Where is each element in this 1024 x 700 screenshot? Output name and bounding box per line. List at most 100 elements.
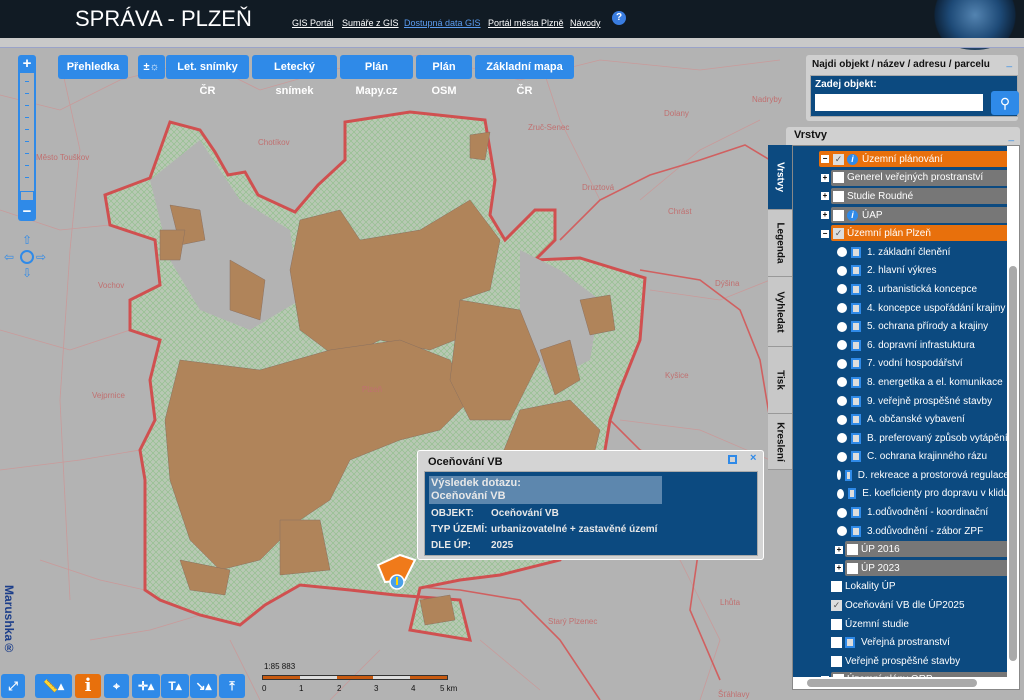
layer-row[interactable]: B. preferovaný způsob vytápění bbox=[793, 429, 1009, 448]
layer-row[interactable]: 9. veřejně prospěšné stavby bbox=[793, 392, 1009, 411]
tab-vrstvy[interactable]: Vrstvy bbox=[768, 145, 792, 210]
aerial-photo-button[interactable]: Letecký snímek bbox=[252, 55, 337, 97]
expand-icon[interactable]: + bbox=[835, 564, 843, 573]
pan-down-icon[interactable]: ⇩ bbox=[22, 266, 32, 280]
layer-radio[interactable] bbox=[837, 414, 847, 425]
layer-checkbox[interactable] bbox=[847, 544, 858, 556]
layer-row[interactable]: Lokality ÚP bbox=[793, 578, 1009, 597]
zoom-in-button[interactable]: + bbox=[18, 55, 36, 73]
layer-row[interactable]: ✓ Oceňování VB dle ÚP2025 bbox=[793, 596, 1009, 615]
layer-row[interactable]: D. rekreace a prostorová regulace bbox=[793, 466, 1009, 485]
aerial-cr-button[interactable]: Let. snímky ČR bbox=[166, 55, 249, 97]
layer-radio[interactable] bbox=[837, 358, 847, 369]
scroll-thumb[interactable] bbox=[1009, 266, 1017, 661]
collapse-icon[interactable]: − bbox=[821, 229, 829, 238]
layer-checkbox[interactable] bbox=[833, 209, 844, 221]
zoom-out-button[interactable]: − bbox=[18, 203, 36, 221]
layer-radio[interactable] bbox=[837, 284, 847, 295]
horizontal-scrollbar[interactable] bbox=[793, 677, 1019, 689]
close-icon[interactable]: × bbox=[750, 452, 756, 464]
osm-button[interactable]: Plán OSM bbox=[416, 55, 472, 97]
tab-legenda[interactable]: Legenda bbox=[768, 210, 792, 277]
locate-button[interactable]: ✛▴ bbox=[132, 674, 160, 698]
layer-radio[interactable] bbox=[837, 265, 847, 276]
layer-radio[interactable] bbox=[837, 526, 847, 537]
gps-button[interactable]: ⌖ bbox=[104, 674, 129, 698]
layer-radio[interactable] bbox=[837, 451, 847, 462]
layer-radio[interactable] bbox=[837, 488, 845, 499]
pan-up-icon[interactable]: ⇧ bbox=[22, 233, 32, 247]
layer-row[interactable]: 1. základní členění bbox=[793, 243, 1009, 262]
layer-checkbox[interactable]: ✓ bbox=[833, 228, 844, 240]
base-map-button[interactable]: Základní mapa ČR bbox=[475, 55, 574, 97]
layer-checkbox[interactable]: ✓ bbox=[831, 600, 842, 612]
layer-checkbox[interactable] bbox=[831, 655, 842, 667]
layer-row[interactable]: 3. urbanistická koncepce bbox=[793, 280, 1009, 299]
layer-radio[interactable] bbox=[837, 433, 847, 444]
layer-row[interactable]: 2. hlavní výkres bbox=[793, 262, 1009, 281]
fullscreen-button[interactable]: ⤢ bbox=[1, 674, 25, 698]
layer-checkbox[interactable] bbox=[831, 637, 842, 649]
help-icon[interactable]: ? bbox=[612, 11, 626, 25]
layer-row[interactable]: + i ÚAP bbox=[793, 206, 1009, 225]
layer-radio[interactable] bbox=[837, 321, 847, 332]
link-gis-portal[interactable]: GIS Portál bbox=[292, 18, 334, 28]
layer-row[interactable]: + ÚP 2016 bbox=[793, 540, 1009, 559]
expand-icon[interactable]: + bbox=[821, 173, 829, 182]
link-sumare[interactable]: Sumáře z GIS bbox=[342, 18, 399, 28]
expand-icon[interactable]: + bbox=[835, 545, 843, 554]
layer-checkbox[interactable] bbox=[833, 172, 844, 184]
minimize-search-button[interactable]: _ bbox=[1006, 57, 1012, 68]
layer-row[interactable]: Veřejná prostranství bbox=[793, 633, 1009, 652]
layer-row[interactable]: − ✓ Územní plán Plzeň bbox=[793, 224, 1009, 243]
layer-checkbox[interactable] bbox=[847, 562, 858, 574]
layer-row[interactable]: 8. energetika a el. komunikace bbox=[793, 373, 1009, 392]
layer-row[interactable]: + Generel veřejných prostranství bbox=[793, 169, 1009, 188]
zoom-handle[interactable] bbox=[20, 191, 34, 201]
brightness-button[interactable]: ±☼ bbox=[138, 55, 165, 79]
zoom-slider[interactable]: + − bbox=[18, 55, 36, 221]
layer-checkbox[interactable] bbox=[833, 190, 844, 202]
search-button[interactable]: ⚲ bbox=[991, 91, 1019, 115]
layer-row[interactable]: 3.odůvodnění - zábor ZPF bbox=[793, 522, 1009, 541]
draw-line-button[interactable]: ↘▴ bbox=[190, 674, 217, 698]
layer-radio[interactable] bbox=[837, 377, 847, 388]
layer-radio[interactable] bbox=[837, 247, 847, 258]
layer-radio[interactable] bbox=[837, 340, 847, 351]
text-tool-button[interactable]: T▴ bbox=[161, 674, 189, 698]
link-portal-mesta[interactable]: Portál města Plzně bbox=[488, 18, 564, 28]
vertical-scrollbar[interactable] bbox=[1007, 146, 1019, 678]
link-dostupna-data[interactable]: Dostupná data GIS bbox=[404, 18, 481, 28]
tab-kresleni[interactable]: Kreslení bbox=[768, 414, 792, 470]
layer-checkbox[interactable] bbox=[831, 581, 842, 593]
layer-row[interactable]: 1.odůvodnění - koordinační bbox=[793, 503, 1009, 522]
link-navody[interactable]: Návody bbox=[570, 18, 601, 28]
layer-radio[interactable] bbox=[837, 470, 842, 481]
layer-row[interactable]: C. ochrana krajinného rázu bbox=[793, 448, 1009, 467]
minimize-layers-button[interactable]: _ bbox=[1008, 131, 1014, 142]
layer-row[interactable]: + Studie Roudné bbox=[793, 187, 1009, 206]
layer-radio[interactable] bbox=[837, 507, 847, 518]
zoom-track[interactable] bbox=[20, 73, 34, 201]
measure-button[interactable]: 📏▴ bbox=[35, 674, 72, 698]
layer-row[interactable]: Územní studie bbox=[793, 615, 1009, 634]
layer-row[interactable]: 5. ochrana přírody a krajiny bbox=[793, 317, 1009, 336]
upload-button[interactable]: ⤒ bbox=[219, 674, 245, 698]
tab-tisk[interactable]: Tisk bbox=[768, 347, 792, 414]
pan-right-icon[interactable]: ⇨ bbox=[36, 250, 46, 264]
overview-button[interactable]: Přehledka bbox=[58, 55, 128, 79]
layer-checkbox[interactable]: ✓ bbox=[833, 153, 844, 165]
mapy-cz-button[interactable]: Plán Mapy.cz bbox=[340, 55, 413, 97]
layer-row[interactable]: Veřejně prospěšné stavby bbox=[793, 652, 1009, 671]
layer-row[interactable]: − ✓ i Územní plánování bbox=[793, 150, 1009, 169]
layer-row[interactable]: A. občanské vybavení bbox=[793, 410, 1009, 429]
scroll-thumb[interactable] bbox=[807, 679, 977, 687]
pan-center-icon[interactable] bbox=[20, 250, 34, 264]
layer-row[interactable]: 6. dopravní infrastuktura bbox=[793, 336, 1009, 355]
pan-left-icon[interactable]: ⇦ bbox=[4, 250, 14, 264]
layer-row[interactable]: 7. vodní hospodářství bbox=[793, 355, 1009, 374]
layer-radio[interactable] bbox=[837, 303, 847, 314]
maximize-icon[interactable] bbox=[728, 455, 737, 464]
layer-row[interactable]: + ÚP 2023 bbox=[793, 559, 1009, 578]
layer-row[interactable]: E. koeficienty pro dopravu v klidu bbox=[793, 485, 1009, 504]
